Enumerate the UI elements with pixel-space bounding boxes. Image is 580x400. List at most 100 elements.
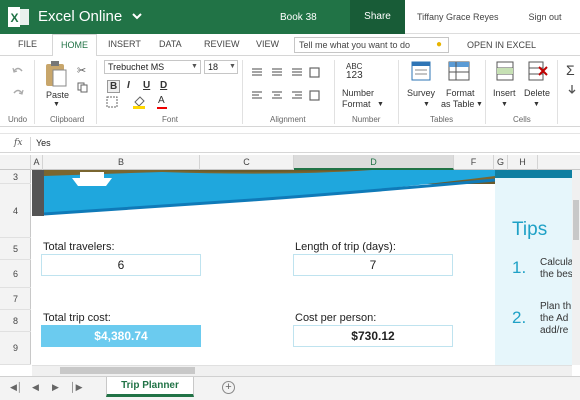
undo-icon[interactable] bbox=[12, 66, 24, 76]
divider bbox=[485, 60, 486, 124]
row-header-3[interactable]: 3 bbox=[0, 170, 31, 184]
fill-color-icon[interactable] bbox=[132, 95, 148, 109]
workbook-name[interactable]: Book 38 bbox=[280, 12, 317, 23]
survey-chevron-icon[interactable]: ▼ bbox=[423, 100, 430, 110]
sign-out-link[interactable]: Sign out bbox=[510, 0, 580, 34]
fill-icon[interactable] bbox=[566, 84, 578, 96]
ribbon: Undo Paste ▼ ✂ Clipboard Font Alignment … bbox=[0, 56, 580, 127]
double-underline-button[interactable]: D bbox=[160, 80, 167, 91]
paste-icon[interactable] bbox=[44, 60, 68, 88]
number-format-label-2[interactable]: Format bbox=[342, 99, 371, 109]
format-as-table-icon[interactable] bbox=[448, 61, 470, 81]
survey-label[interactable]: Survey bbox=[407, 88, 435, 98]
vertical-scrollbar-thumb[interactable] bbox=[573, 200, 579, 240]
tab-insert[interactable]: INSERT bbox=[108, 39, 141, 49]
font-color-button[interactable]: A bbox=[158, 95, 165, 106]
trip-length-label: Length of trip (days): bbox=[295, 241, 396, 253]
group-label-font: Font bbox=[162, 115, 179, 124]
lightbulb-icon: ● bbox=[436, 39, 443, 50]
tab-data[interactable]: DATA bbox=[159, 39, 182, 49]
copy-icon[interactable] bbox=[77, 82, 88, 93]
paste-label[interactable]: Paste bbox=[46, 90, 69, 100]
tab-review[interactable]: REVIEW bbox=[204, 39, 240, 49]
tab-home[interactable]: HOME bbox=[52, 34, 97, 57]
group-label-alignment: Alignment bbox=[270, 115, 306, 124]
column-header-b[interactable]: B bbox=[43, 155, 200, 170]
format-table-label-2[interactable]: as Table bbox=[441, 99, 474, 109]
formula-input[interactable]: Yes bbox=[36, 138, 51, 148]
font-size-chevron-icon[interactable]: ▼ bbox=[229, 63, 236, 70]
row-header-7[interactable]: 7 bbox=[0, 288, 31, 310]
cost-per-person-cell[interactable]: $730.12 bbox=[293, 325, 453, 347]
select-all-corner[interactable] bbox=[0, 155, 31, 170]
tips-panel-header-bar bbox=[495, 170, 572, 178]
app-name[interactable]: Excel Online bbox=[38, 8, 122, 25]
format-table-chevron-icon[interactable]: ▼ bbox=[476, 100, 483, 110]
share-button[interactable]: Share bbox=[350, 0, 405, 34]
next-sheet-icon[interactable]: ▶ bbox=[52, 382, 59, 393]
trip-length-cell[interactable]: 7 bbox=[293, 254, 453, 276]
worksheet[interactable]: Tips 1. Calcula the bes 2. Plan th the A… bbox=[32, 170, 572, 365]
column-header-f[interactable]: F bbox=[454, 155, 494, 170]
total-trip-cost-label: Total trip cost: bbox=[43, 312, 111, 324]
delete-chevron-icon[interactable]: ▼ bbox=[533, 100, 540, 110]
insert-label[interactable]: Insert bbox=[493, 88, 516, 98]
row-headers: 3 4 5 6 7 8 9 bbox=[0, 170, 31, 365]
divider bbox=[34, 60, 35, 124]
column-header-g[interactable]: G bbox=[494, 155, 508, 170]
format-table-label-1[interactable]: Format bbox=[446, 88, 475, 98]
column-header-d[interactable]: D bbox=[294, 155, 454, 170]
tab-file[interactable]: FILE bbox=[18, 39, 37, 49]
underline-button[interactable]: U bbox=[143, 80, 150, 91]
column-headers: A B C D F G H bbox=[0, 155, 580, 170]
chevron-down-icon[interactable] bbox=[130, 8, 144, 24]
row-header-5[interactable]: 5 bbox=[0, 238, 31, 260]
row-header-8[interactable]: 8 bbox=[0, 310, 31, 332]
bold-toggle[interactable]: B bbox=[107, 80, 121, 93]
user-name[interactable]: Tiffany Grace Reyes bbox=[405, 0, 510, 34]
add-sheet-icon[interactable]: + bbox=[222, 381, 235, 394]
total-trip-cost-cell[interactable]: $4,380.74 bbox=[41, 325, 201, 347]
row-header-6[interactable]: 6 bbox=[0, 260, 31, 288]
cut-icon[interactable]: ✂ bbox=[77, 64, 86, 77]
autosum-icon[interactable]: Σ bbox=[566, 62, 575, 78]
delete-label[interactable]: Delete bbox=[524, 88, 550, 98]
number-123-icon: 123 bbox=[346, 70, 363, 81]
survey-icon[interactable] bbox=[411, 61, 431, 81]
fx-icon[interactable]: fx bbox=[14, 138, 22, 148]
alignment-icons[interactable] bbox=[250, 66, 320, 102]
borders-icon[interactable] bbox=[106, 96, 120, 108]
horizontal-scrollbar-thumb[interactable] bbox=[60, 367, 195, 374]
total-travelers-cell[interactable]: 6 bbox=[41, 254, 201, 276]
divider bbox=[96, 60, 97, 124]
tip-text-2: Plan th the Ad add/re bbox=[540, 301, 572, 336]
group-label-undo: Undo bbox=[8, 115, 28, 124]
last-sheet-icon[interactable]: │▶ bbox=[70, 382, 83, 393]
column-header-a[interactable]: A bbox=[31, 155, 43, 170]
row-header-4[interactable]: 4 bbox=[0, 184, 31, 238]
paste-dropdown-chevron-icon[interactable]: ▼ bbox=[53, 100, 60, 110]
ocean-banner-image bbox=[32, 170, 495, 216]
first-sheet-icon[interactable]: ◀│ bbox=[10, 382, 23, 393]
divider bbox=[242, 60, 243, 124]
insert-cells-icon[interactable] bbox=[496, 61, 514, 81]
italic-button[interactable]: I bbox=[127, 80, 130, 91]
font-name-chevron-icon[interactable]: ▼ bbox=[191, 63, 198, 70]
group-label-tables: Tables bbox=[430, 115, 454, 124]
sheet-tab-trip-planner[interactable]: Trip Planner bbox=[106, 377, 194, 397]
group-label-number: Number bbox=[352, 115, 381, 124]
tab-view[interactable]: VIEW bbox=[256, 39, 279, 49]
font-color-swatch bbox=[157, 107, 167, 109]
prev-sheet-icon[interactable]: ◀ bbox=[32, 382, 39, 393]
column-header-h[interactable]: H bbox=[508, 155, 538, 170]
row-header-9[interactable]: 9 bbox=[0, 332, 31, 365]
insert-chevron-icon[interactable]: ▼ bbox=[501, 100, 508, 110]
font-name-select[interactable]: Trebuchet MS bbox=[104, 60, 201, 74]
number-format-chevron-icon[interactable]: ▼ bbox=[377, 100, 384, 110]
redo-icon[interactable] bbox=[12, 88, 24, 98]
open-in-excel-button[interactable]: OPEN IN EXCEL bbox=[467, 40, 536, 50]
delete-cells-icon[interactable] bbox=[528, 61, 548, 81]
column-header-c[interactable]: C bbox=[200, 155, 294, 170]
number-format-label-1[interactable]: Number bbox=[342, 88, 374, 98]
tell-me-input[interactable]: Tell me what you want to do bbox=[294, 37, 449, 53]
